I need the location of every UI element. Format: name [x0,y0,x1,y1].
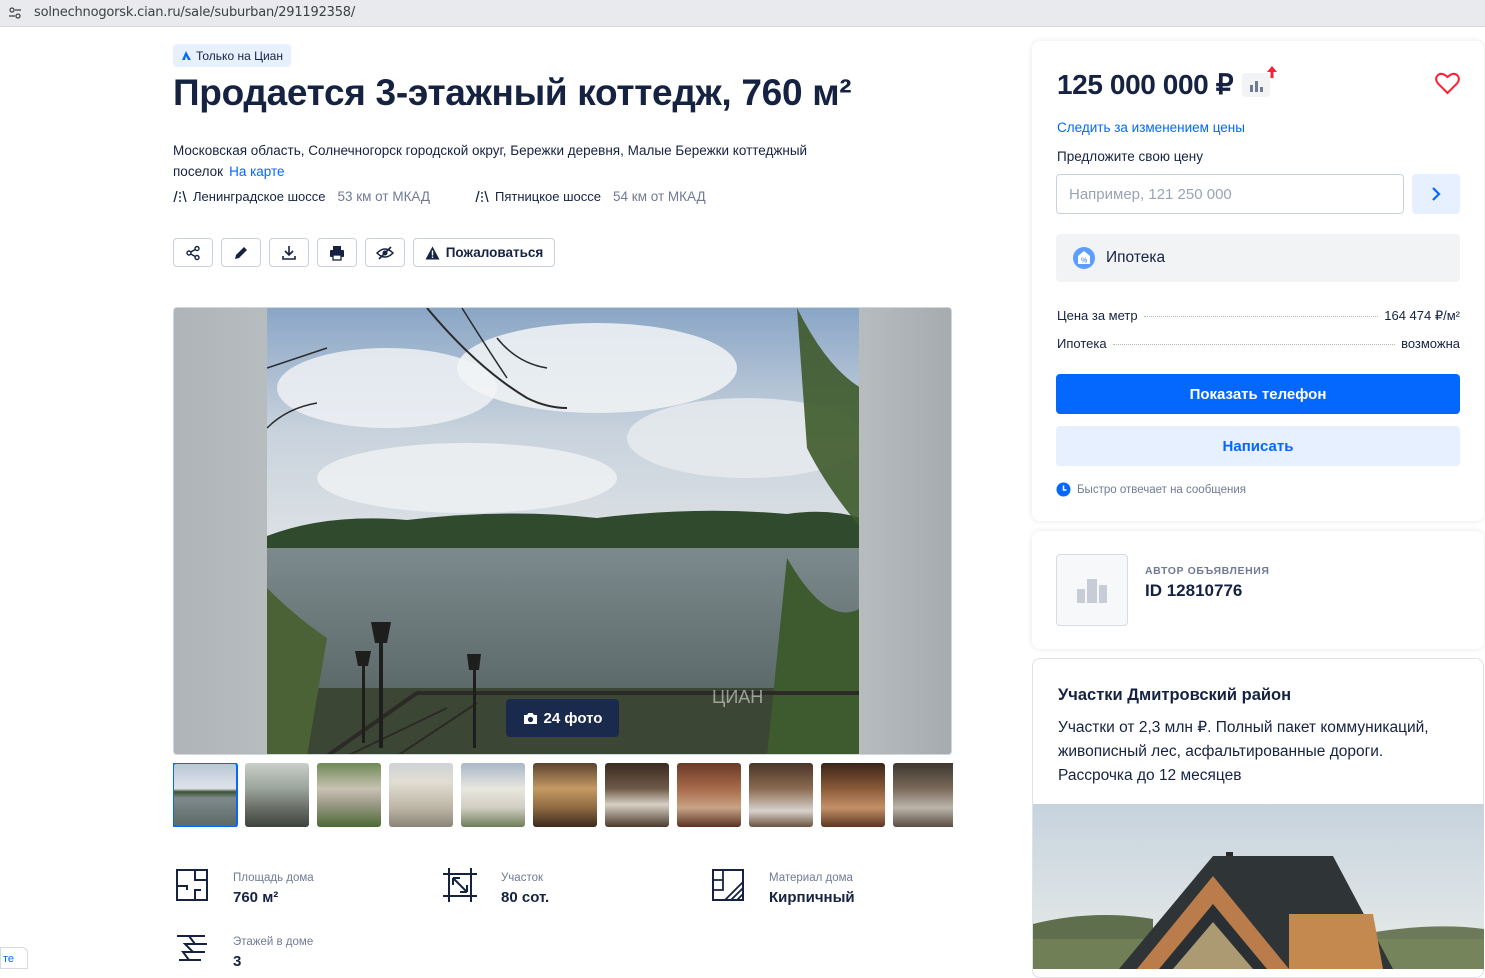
fast-reply-note: Быстро отвечает на сообщения [1056,482,1246,497]
price-per-meter-row: Цена за метр 164 474 ₽/м² [1057,308,1460,324]
feature-label: Этажей в доме [233,936,314,948]
edit-button[interactable] [221,238,261,267]
thumbnail-strip [173,763,953,827]
complain-label: Пожаловаться [445,245,544,260]
feature-material: Материал дома Кирпичный [711,868,855,906]
author-id[interactable]: ID 12810776 [1145,581,1242,601]
building-icon [1077,579,1107,603]
map-link[interactable]: На карте [229,164,284,179]
highway-item: Пятницкое шоссе 54 км от МКАД [475,189,706,204]
photos-count: 24 фото [543,709,603,727]
highway-distance: 54 км от МКАД [613,189,706,204]
ad-house-image[interactable] [1033,804,1484,969]
fast-reply-text: Быстро отвечает на сообщения [1077,483,1247,496]
feature-house-area: Площадь дома 760 м² [175,868,314,906]
download-icon [282,245,296,260]
photo-blur-right [859,308,951,754]
thumbnail[interactable] [533,763,597,827]
author-avatar[interactable] [1056,554,1128,626]
listing-toolbar: Пожаловаться [173,238,555,267]
thumbnail[interactable] [605,763,669,827]
url-text[interactable]: solnechnogorsk.cian.ru/sale/suburban/291… [34,5,355,20]
offer-label: Предложите свою цену [1057,149,1203,164]
write-message-button[interactable]: Написать [1056,426,1460,466]
ad-title[interactable]: Участки Дмитровский район [1058,686,1291,705]
watch-price-link[interactable]: Следить за изменением цены [1057,120,1245,135]
feature-label: Площадь дома [233,872,314,884]
show-phone-button[interactable]: Показать телефон [1056,374,1460,414]
thumbnail[interactable] [893,763,953,827]
exclusive-badge: Только на Циан [173,44,291,67]
thumbnail[interactable] [389,763,453,827]
offer-price-input[interactable]: Например, 121 250 000 [1056,174,1404,214]
road-icon [173,190,187,203]
clock-icon [1056,482,1071,497]
ad-text: Участки от 2,3 млн ₽. Полный пакет комму… [1058,719,1429,784]
main-photo[interactable]: ЦИАН [173,307,952,755]
download-button[interactable] [269,238,309,267]
feature-value: 760 м² [233,889,279,906]
photo-blur-left [174,308,267,754]
thumbnail[interactable] [317,763,381,827]
highway-distance: 53 км от МКАД [337,189,431,204]
warning-icon [425,246,440,259]
feature-floors: Этажей в доме 3 [175,932,313,970]
bottom-left-tab[interactable]: те [0,947,28,969]
highway-name: Ленинградское шоссе [193,189,326,204]
plot-icon [443,868,477,902]
detail-value: возможна [1401,336,1460,351]
detail-value: 164 474 ₽/м² [1384,308,1460,323]
thumbnail[interactable] [461,763,525,827]
author-caption: АВТОР ОБЪЯВЛЕНИЯ [1145,565,1270,577]
hide-icon [376,245,394,260]
detail-key: Цена за метр [1057,308,1138,323]
feature-value: 3 [233,953,242,970]
site-settings-icon[interactable] [8,6,22,20]
price: 125 000 000 ₽ [1057,69,1234,100]
svg-text:%: % [1081,258,1088,265]
highway-item: Ленинградское шоссе 53 км от МКАД [173,189,430,204]
feature-label: Участок [501,872,544,884]
offer-submit-button[interactable] [1412,174,1460,214]
thumbnail[interactable] [749,763,813,827]
detail-key: Ипотека [1057,336,1107,351]
address: Московская область, Солнечногорск городс… [173,140,863,182]
mortgage-label: Ипотека [1106,249,1166,266]
print-button[interactable] [317,238,357,267]
heart-icon[interactable] [1435,72,1460,95]
thumbnail[interactable] [245,763,309,827]
hide-button[interactable] [365,238,405,267]
thumbnail[interactable] [677,763,741,827]
stairs-icon [177,935,207,961]
print-icon [330,245,344,261]
brick-icon [712,869,744,901]
feature-value: 80 сот. [501,889,550,906]
all-photos-button[interactable]: 24 фото [506,699,619,737]
feature-plot: Участок 80 сот. [443,868,549,906]
share-button[interactable] [173,238,213,267]
share-icon [186,245,200,260]
edit-icon [235,246,247,259]
thumbnail[interactable] [821,763,885,827]
complain-button[interactable]: Пожаловаться [413,238,555,267]
road-icon [475,190,489,203]
thumbnail[interactable] [173,763,238,827]
mortgage-row: Ипотека возможна [1057,336,1460,351]
highway-name: Пятницкое шоссе [495,189,602,204]
mortgage-button[interactable]: % Ипотека [1056,234,1460,282]
floorplan-icon [176,869,208,901]
page-title: Продается 3-этажный коттедж, 760 м² [173,72,852,113]
feature-value: Кирпичный [769,889,855,906]
mortgage-icon: % [1073,247,1095,269]
lake-photo: ЦИАН [267,308,861,754]
cian-logo-icon [182,51,191,60]
chevron-right-icon [1432,187,1441,201]
feature-label: Материал дома [769,872,853,884]
svg-text:ЦИАН: ЦИАН [712,687,763,707]
browser-address-bar[interactable]: solnechnogorsk.cian.ru/sale/suburban/291… [0,0,1485,27]
price-up-arrow-icon [1267,66,1277,78]
badge-label: Только на Циан [196,48,283,63]
camera-icon [523,712,537,724]
